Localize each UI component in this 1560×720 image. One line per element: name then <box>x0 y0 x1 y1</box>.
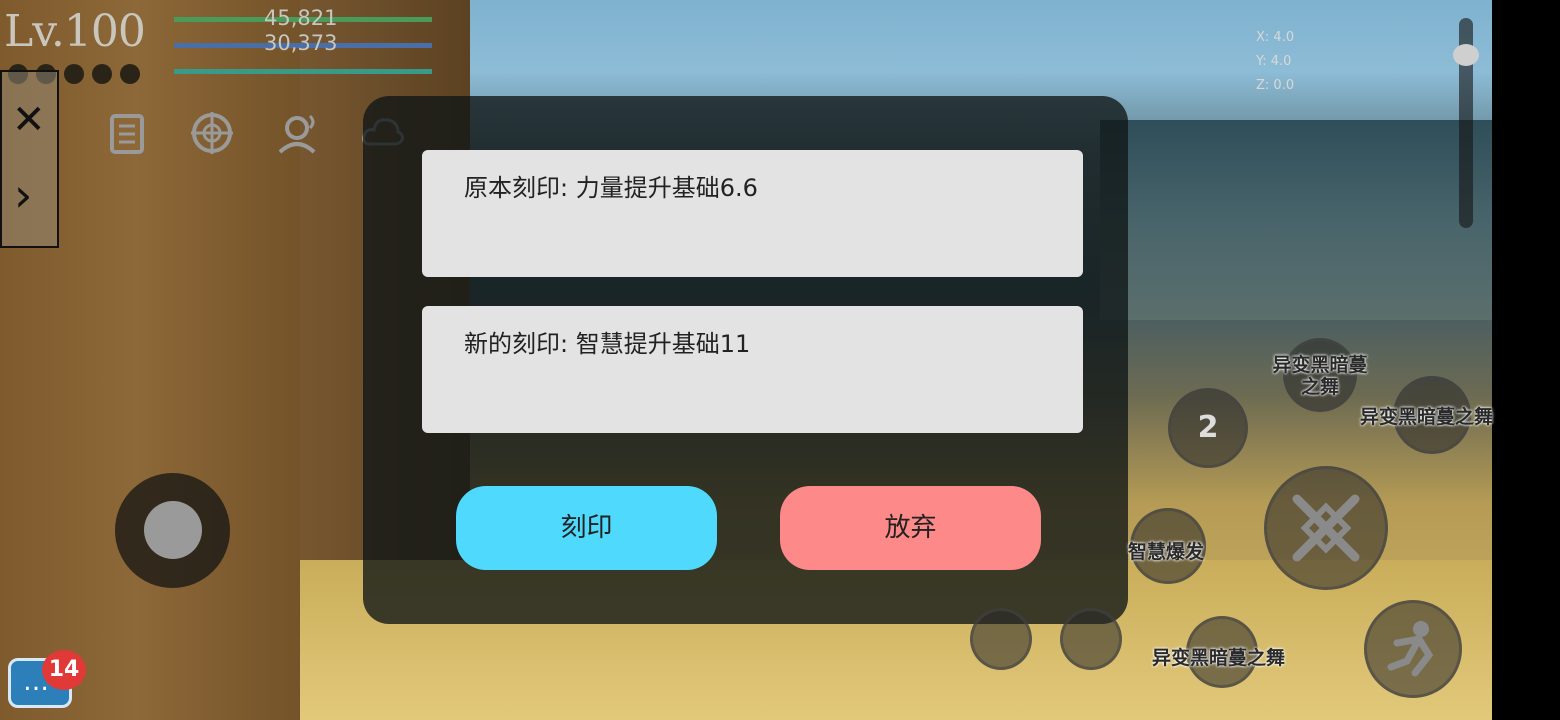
skill-label-middle: 智慧爆发 <box>1128 541 1205 563</box>
player-level: Lv.100 <box>4 6 146 57</box>
slot-2-button[interactable]: 2 <box>1168 388 1248 468</box>
skill-button-bottom-b[interactable] <box>1060 608 1122 670</box>
buff-slot <box>92 64 112 84</box>
slot-number: 2 <box>1197 410 1219 445</box>
buff-slot <box>120 64 140 84</box>
zoom-slider-knob[interactable] <box>1453 44 1479 66</box>
new-engraving-text: 新的刻印: 智慧提升基础11 <box>464 330 751 358</box>
chevron-right-icon[interactable]: › <box>14 172 32 218</box>
coord-y: Y: 4.0 <box>1256 54 1292 69</box>
scroll-icon[interactable] <box>104 110 150 156</box>
attack-button[interactable] <box>1264 466 1388 590</box>
engrave-button[interactable]: 刻印 <box>456 486 717 570</box>
original-engraving-box: 原本刻印: 力量提升基础6.6 <box>422 150 1083 277</box>
skill-label-right: 异变黑暗蔓之舞 <box>1360 406 1494 428</box>
attack-icon <box>1292 494 1360 562</box>
dash-icon <box>1387 621 1434 677</box>
support-icon[interactable] <box>274 110 320 156</box>
side-menu-panel: ✕ › <box>0 70 59 248</box>
original-engraving-text: 原本刻印: 力量提升基础6.6 <box>464 174 758 202</box>
xp-bar <box>174 69 432 74</box>
arena-stands <box>1100 120 1492 320</box>
screen-edge <box>1492 0 1560 720</box>
new-engraving-box: 新的刻印: 智慧提升基础11 <box>422 306 1083 433</box>
target-icon[interactable] <box>189 110 235 156</box>
hp-value: 45,821 <box>264 6 338 30</box>
skill-label-bottom: 异变黑暗蔓之舞 <box>1152 647 1286 669</box>
mp-value: 30,373 <box>264 31 338 55</box>
skill-label-top: 异变黑暗蔓之舞 <box>1272 354 1368 398</box>
dash-button[interactable] <box>1364 600 1462 698</box>
engrave-dialog: 原本刻印: 力量提升基础6.6 新的刻印: 智慧提升基础11 刻印 放弃 <box>363 96 1128 624</box>
coord-x: X: 4.0 <box>1256 30 1295 45</box>
chat-badge: 14 <box>42 650 86 690</box>
coord-z: Z: 0.0 <box>1256 78 1295 93</box>
coordinate-readout: X: 4.0 Y: 4.0 Z: 0.0 <box>1256 26 1294 98</box>
abandon-button[interactable]: 放弃 <box>780 486 1041 570</box>
skill-button-bottom-a[interactable] <box>970 608 1032 670</box>
joystick-knob[interactable] <box>144 501 202 559</box>
buff-slot <box>64 64 84 84</box>
close-icon[interactable]: ✕ <box>12 100 46 140</box>
